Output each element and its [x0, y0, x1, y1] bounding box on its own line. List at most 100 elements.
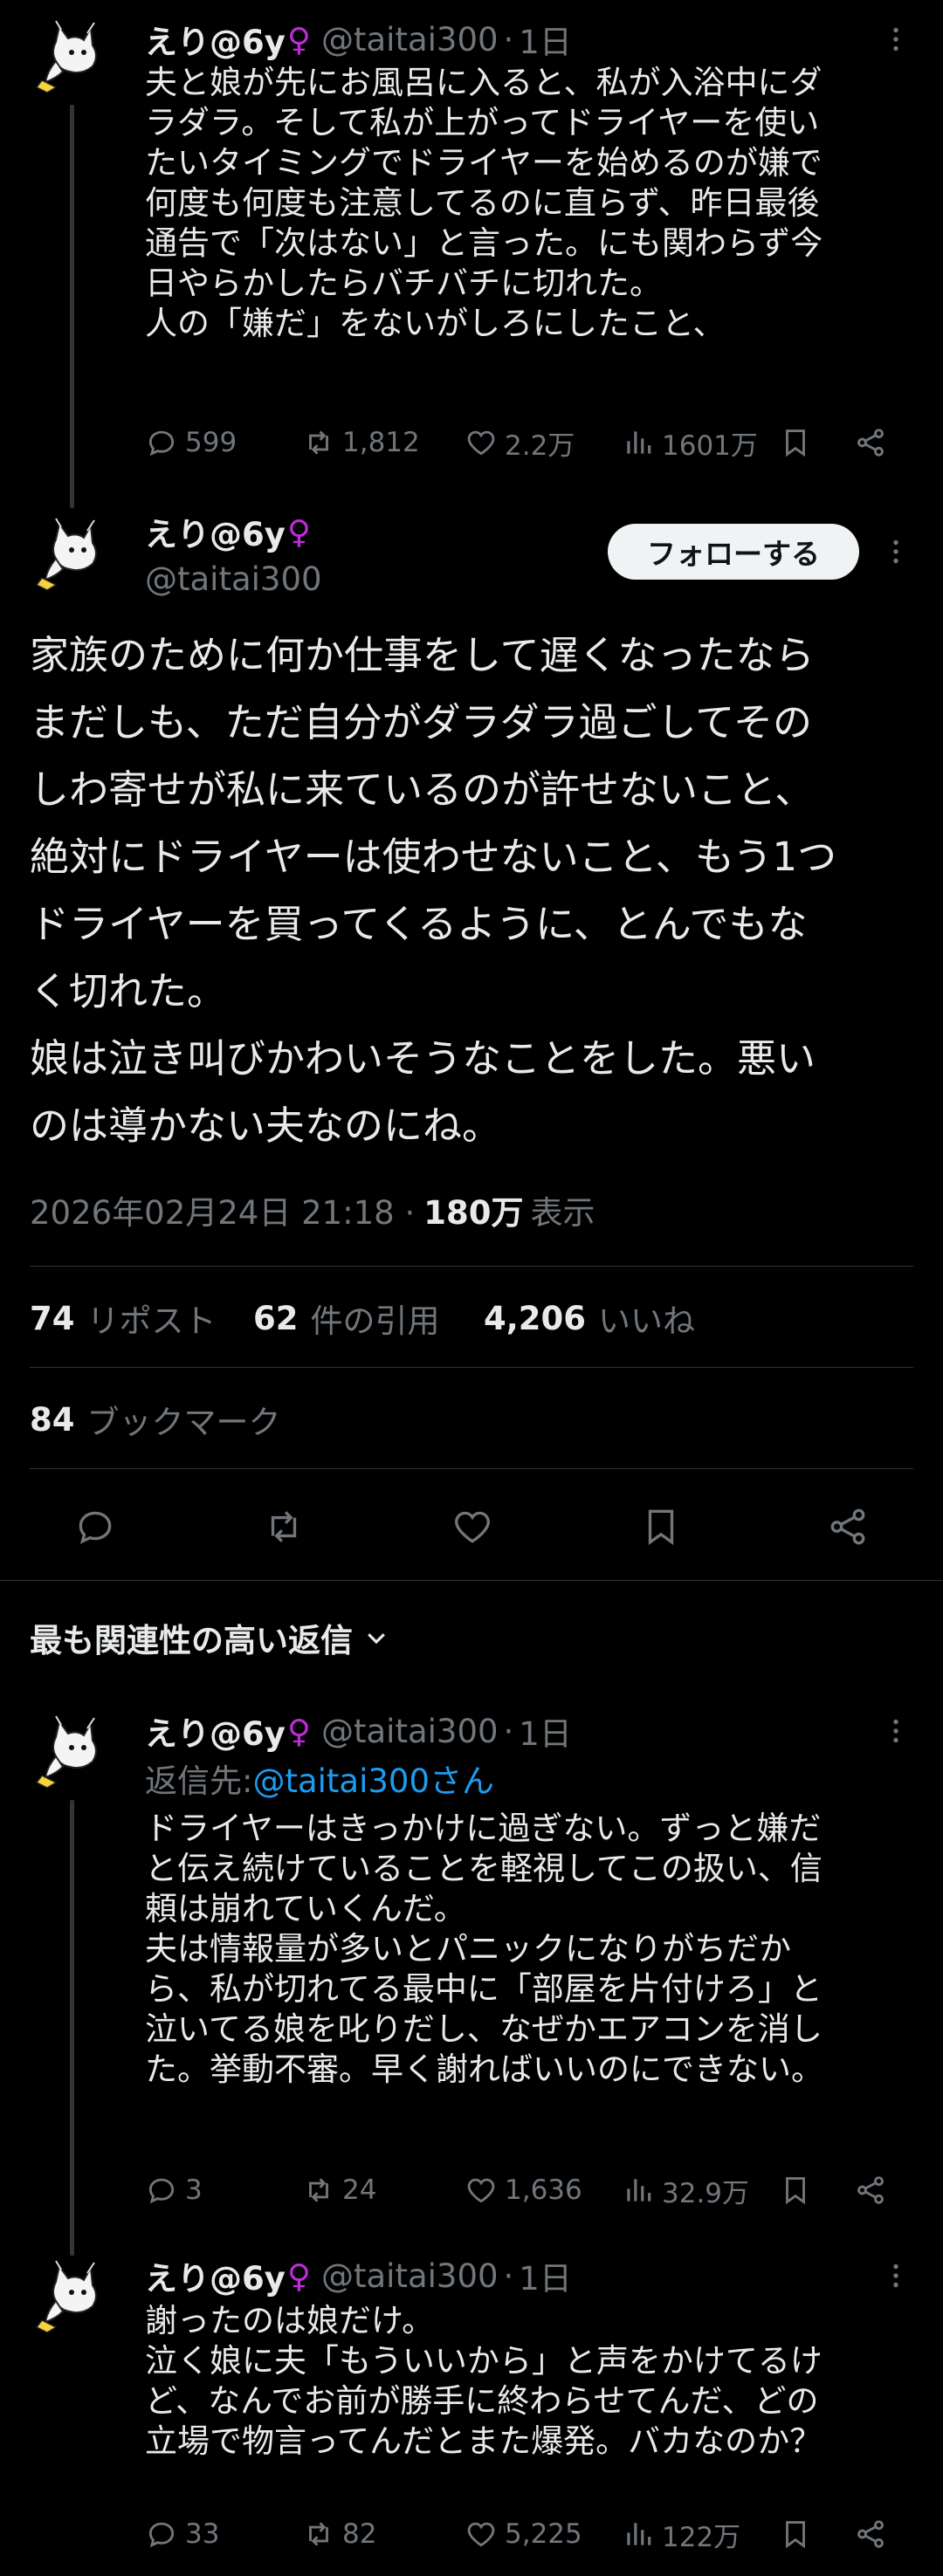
heart-icon: [467, 2178, 495, 2203]
repost-button[interactable]: 82: [302, 2511, 376, 2558]
reply-to-handle[interactable]: @taitai300さん: [252, 1755, 494, 1802]
views-button[interactable]: 1601万: [622, 419, 758, 466]
repost-button[interactable]: 24: [302, 2167, 376, 2214]
likes-label: いいね: [598, 1302, 696, 1340]
post-datetime[interactable]: 2026年02月24日 21:18 ·: [30, 1186, 415, 1233]
quotes-label: 件の引用: [310, 1302, 440, 1340]
heart-icon: [467, 2522, 495, 2547]
timestamp[interactable]: 1日: [519, 2252, 572, 2299]
more-options-icon[interactable]: [870, 2254, 922, 2298]
divider: [30, 1367, 913, 1368]
user-handle[interactable]: @taitai300: [321, 2257, 499, 2295]
tweet-meta: 2026年02月24日 21:18 · 180万 表示: [30, 1184, 595, 1236]
reply-sort-dropdown[interactable]: 最も関連性の高い返信: [30, 1611, 389, 1664]
display-name[interactable]: えり@6y: [145, 1707, 286, 1755]
repost-count: 24: [342, 2174, 377, 2206]
separator-dot: ·: [503, 2257, 514, 2295]
like-button[interactable]: 2.2万: [465, 419, 575, 466]
tweet-text: 謝ったのは娘だけ。 泣く娘に夫「もういいから」と声をかけてるけ ど、なんでお前が…: [145, 2302, 823, 2460]
repost-button[interactable]: 1,812: [302, 419, 420, 466]
avatar[interactable]: [30, 2257, 108, 2336]
reply-button[interactable]: 33: [145, 2511, 219, 2558]
reply-button[interactable]: 3: [145, 2167, 203, 2214]
repost-icon: [309, 2522, 328, 2546]
timestamp[interactable]: 1日: [519, 16, 572, 63]
likes-stat[interactable]: 4,206 いいね: [484, 1292, 695, 1344]
bookmarks-stat[interactable]: 84 ブックマーク: [30, 1393, 281, 1446]
gender-symbol: ♀: [286, 1712, 311, 1750]
reply-icon: [148, 430, 175, 457]
reply-count: 33: [185, 2518, 220, 2550]
views-button[interactable]: 32.9万: [622, 2167, 749, 2214]
views-icon: [627, 2523, 651, 2545]
gender-symbol: ♀: [286, 20, 311, 58]
display-name[interactable]: えり@6y: [145, 508, 286, 555]
display-name[interactable]: えり@6y: [145, 2252, 286, 2299]
share-icon[interactable]: [854, 2511, 887, 2558]
avatar[interactable]: [30, 1713, 108, 1791]
reply-icon: [148, 2178, 175, 2204]
sort-label: 最も関連性の高い返信: [30, 1622, 353, 1659]
thread-line: [70, 105, 74, 508]
tweet-actions: 33 82 5,225 122万: [145, 2511, 913, 2558]
view-count: 1601万: [662, 429, 758, 462]
share-icon[interactable]: [817, 1498, 878, 1556]
reply-to: 返信先: @taitai300さん: [145, 1756, 494, 1800]
chevron-down-icon: [368, 1633, 385, 1645]
tweet-text: ドライヤーはきっかけに過ぎない。ずっと嫌だ と伝え続けていることを軽視してこの扱…: [145, 1810, 823, 2088]
separator-dot: ·: [503, 20, 514, 58]
tweet-header: えり@6y ♀ @taitai300 · 1日: [145, 16, 572, 63]
view-count: 180万: [423, 1194, 524, 1232]
tweet-header: えり@6y ♀ @taitai300 · 1日: [145, 1707, 572, 1755]
view-count: 122万: [662, 2521, 741, 2553]
views-icon: [627, 2179, 651, 2202]
reposts-stat[interactable]: 74 リポスト: [30, 1292, 217, 1344]
more-options-icon[interactable]: [870, 17, 922, 61]
like-count: 1,636: [505, 2174, 582, 2206]
avatar[interactable]: [30, 17, 108, 96]
bookmark-icon[interactable]: [779, 419, 812, 466]
views-icon: [627, 431, 651, 454]
reply-count: 3: [185, 2174, 203, 2206]
reposts-label: リポスト: [86, 1302, 217, 1340]
bookmark-icon[interactable]: [779, 2167, 812, 2214]
share-icon[interactable]: [854, 419, 887, 466]
gender-symbol: ♀: [286, 512, 311, 551]
follow-button[interactable]: フォローする: [608, 524, 859, 580]
more-options-icon[interactable]: [870, 1709, 922, 1753]
repost-icon: [309, 430, 328, 455]
like-count: 5,225: [505, 2518, 582, 2550]
tweet-text: 夫と娘が先にお風呂に入ると、私が入浴中にダ ラダラ。そして私が上がってドライヤー…: [145, 64, 823, 342]
bookmarks-label: ブックマーク: [86, 1404, 281, 1441]
repost-count: 82: [342, 2518, 377, 2550]
main-tweet-text: 家族のために何か仕事をして遅くなったなら まだしも、ただ自分がダラダラ過ごしてそ…: [30, 632, 837, 1149]
bookmark-icon[interactable]: [630, 1498, 692, 1556]
divider: [30, 1468, 913, 1469]
thread-line: [70, 1800, 74, 2256]
views-button[interactable]: 122万: [622, 2511, 740, 2558]
reply-button[interactable]: 599: [145, 419, 237, 466]
like-button[interactable]: 1,636: [465, 2167, 582, 2214]
repost-icon: [309, 2178, 328, 2202]
repost-icon[interactable]: [253, 1498, 314, 1556]
timestamp[interactable]: 1日: [519, 1707, 572, 1755]
heart-icon[interactable]: [442, 1498, 503, 1556]
user-handle[interactable]: @taitai300: [145, 560, 322, 598]
display-name[interactable]: えり@6y: [145, 16, 286, 63]
quotes-stat[interactable]: 62 件の引用: [253, 1292, 440, 1344]
user-handle[interactable]: @taitai300: [321, 21, 499, 58]
like-button[interactable]: 5,225: [465, 2511, 582, 2558]
user-handle[interactable]: @taitai300: [321, 1713, 499, 1750]
share-icon[interactable]: [854, 2167, 887, 2214]
avatar[interactable]: [30, 515, 108, 594]
section-divider: [0, 1580, 943, 1581]
reply-icon[interactable]: [65, 1498, 126, 1556]
view-count: 32.9万: [662, 2177, 750, 2209]
heart-icon: [467, 430, 495, 456]
bookmark-icon[interactable]: [779, 2511, 812, 2558]
divider: [30, 1266, 913, 1267]
like-count: 2.2万: [505, 429, 575, 462]
reply-to-label: 返信先:: [145, 1762, 253, 1800]
more-options-icon[interactable]: [870, 530, 922, 574]
main-author: えり@6y ♀: [145, 508, 311, 555]
